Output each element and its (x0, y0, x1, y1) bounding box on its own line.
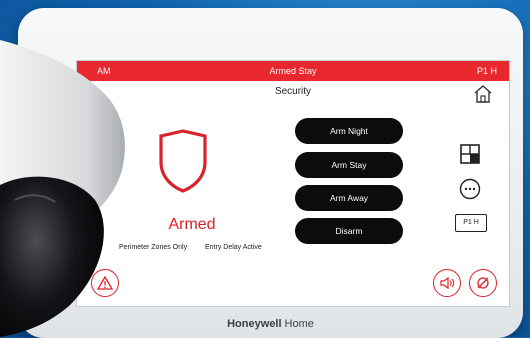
arm-state-label: Armed (168, 216, 216, 233)
partitions-icon[interactable] (459, 143, 481, 165)
touch-screen: AM Armed Stay P1 H Security Armed Perime… (76, 60, 510, 307)
arm-away-button[interactable]: Arm Away (295, 185, 403, 211)
status-partition: P1 H (476, 66, 497, 76)
arm-stay-button[interactable]: Arm Stay (295, 152, 403, 178)
arm-night-button[interactable]: Arm Night (295, 118, 403, 144)
home-icon[interactable] (472, 83, 494, 105)
status-bar: AM Armed Stay P1 H (77, 61, 509, 81)
partition-button[interactable]: P1 H (455, 214, 487, 232)
brand-name-light: Home (281, 318, 314, 330)
status-mode: Armed Stay (269, 66, 317, 76)
volume-icon[interactable] (433, 269, 461, 297)
security-camera-image (0, 40, 125, 337)
more-icon[interactable] (459, 178, 481, 200)
page-title: Security (274, 86, 312, 97)
shield-icon (155, 128, 211, 194)
entry-delay-status: Entry Delay Active (205, 244, 262, 251)
disarm-button[interactable]: Disarm (295, 218, 403, 244)
brand-name-bold: Honeywell (227, 318, 282, 330)
bypass-icon[interactable] (469, 269, 497, 297)
